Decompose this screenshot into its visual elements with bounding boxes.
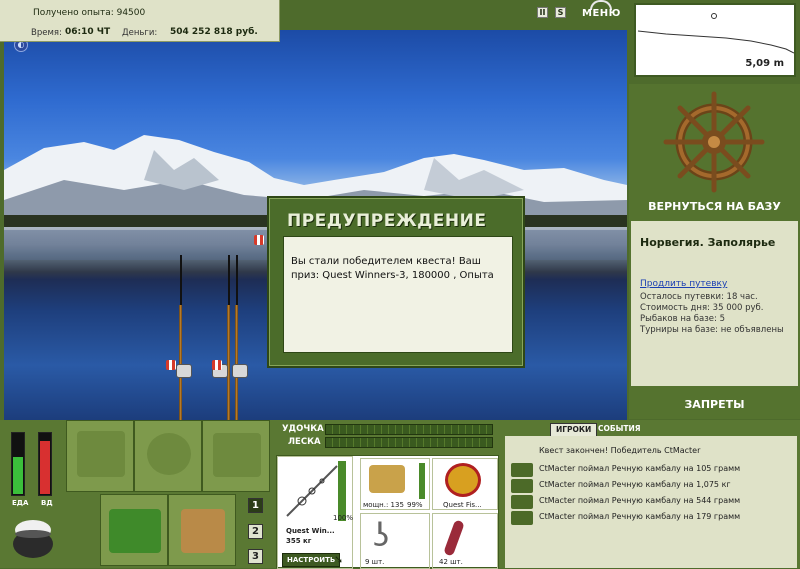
chat-line: CtMacter поймал Речную камбалу на 1,075 …	[539, 480, 731, 489]
setup-button[interactable]: НАСТРОИТЬ	[282, 553, 341, 567]
bait-slot[interactable]: 42 шт.	[432, 513, 498, 569]
page-3-button[interactable]: 3	[248, 549, 263, 564]
remaining-trip: Осталось путевки: 18 час.	[640, 292, 758, 302]
sound-button[interactable]: S	[555, 7, 566, 18]
line-slot[interactable]: Quest Fis...	[432, 458, 498, 510]
tab-events[interactable]: СОБЫТИЯ	[593, 423, 646, 437]
rod-durability-bar	[325, 424, 493, 435]
tackle-box-icon	[77, 431, 125, 477]
chat-line: CtMacter поймал Речную камбалу на 544 гр…	[539, 496, 741, 505]
vodka-meter	[38, 432, 52, 496]
bait-count: 42 шт.	[439, 558, 463, 566]
line-spool-icon	[445, 463, 481, 497]
tournaments-status: Турниры на базе: не объявлены	[640, 325, 784, 335]
pause-button[interactable]: II	[537, 7, 548, 18]
warning-dialog[interactable]: ПРЕДУПРЕЖДЕНИЕ Вы стали победителем квес…	[267, 196, 525, 368]
bucket-icon	[181, 509, 225, 553]
rod-label: УДОЧКА	[282, 424, 324, 434]
rod-icon	[286, 465, 338, 517]
net-icon	[213, 433, 261, 477]
money-label: Деньги:	[122, 28, 158, 38]
chat-panel: Квест закончен! Победитель CtMacter CtMa…	[505, 436, 797, 568]
ship-wheel-icon[interactable]	[629, 84, 800, 199]
bans-button[interactable]: ЗАПРЕТЫ	[629, 398, 800, 411]
line-durability-bar	[325, 437, 493, 448]
money-value: 504 252 818 руб.	[170, 27, 258, 37]
float-1-icon	[166, 360, 176, 370]
chat-line: Квест закончен! Победитель CtMacter	[539, 446, 701, 455]
food-meter	[11, 432, 25, 496]
depth-value: 5,09 m	[745, 58, 784, 69]
rod-2[interactable]	[227, 305, 230, 420]
bag-slot[interactable]	[134, 420, 202, 492]
tools-slot[interactable]	[202, 420, 270, 492]
cauldron-icon[interactable]	[8, 512, 58, 562]
equipment-panel: 100% Quest Win... 355 кг НАСТРОИТЬ ➘ мощ…	[276, 455, 499, 569]
fish-icon	[511, 511, 533, 525]
time-value: 06:10 ЧТ	[65, 27, 111, 37]
rod-power-bar	[338, 461, 346, 521]
vegetable-basket-icon	[109, 509, 161, 553]
vodka-meter-fill	[40, 441, 50, 494]
fish-icon	[511, 479, 533, 493]
page-1-button[interactable]: 1	[248, 498, 263, 513]
rod-2-tip	[228, 255, 230, 305]
vodka-label: ВД	[41, 499, 53, 507]
extend-trip-link[interactable]: Продлить путевку	[640, 279, 727, 289]
bucket-slot[interactable]	[168, 494, 236, 566]
reel-power-bar	[419, 463, 425, 499]
hook-icon: ʖ	[373, 516, 390, 554]
page-2-button[interactable]: 2	[248, 524, 263, 539]
food-meter-fill	[13, 456, 23, 494]
worm-icon	[443, 519, 465, 557]
fish-icon	[511, 495, 533, 509]
time-label: Время:	[31, 28, 62, 38]
reel-icon	[369, 465, 405, 493]
rod-3[interactable]	[235, 305, 238, 420]
rod-1[interactable]	[179, 305, 182, 420]
fish-icon	[511, 463, 533, 477]
float-2-icon	[212, 360, 222, 370]
reel-3-icon	[232, 364, 248, 378]
arrow-icon: ➘	[334, 553, 344, 566]
line-label: ЛЕСКА	[288, 437, 321, 447]
reel-1-icon	[176, 364, 192, 378]
rod-name: Quest Win...	[286, 527, 335, 535]
depth-graph: 5,09 m	[634, 3, 796, 77]
line-name: Quest Fis...	[443, 501, 482, 509]
back-to-base-button[interactable]: ВЕРНУТЬСЯ НА БАЗУ	[629, 200, 800, 213]
tab-players[interactable]: ИГРОКИ	[550, 423, 598, 437]
rod-slot[interactable]: 100% Quest Win... 355 кг НАСТРОИТЬ ➘	[277, 456, 353, 569]
rod-percent: 100%	[333, 514, 354, 522]
day-cost: Стоимость дня: 35 000 руб.	[640, 303, 764, 313]
hook-count: 9 шт.	[365, 558, 385, 566]
reel-percent: 99%	[407, 501, 423, 509]
reel-label: мощн.: 135	[363, 501, 404, 509]
chat-line: CtMacter поймал Речную камбалу на 105 гр…	[539, 464, 741, 473]
bag-icon	[147, 433, 191, 475]
dialog-message: Вы стали победителем квеста! Ваш приз: Q…	[283, 236, 513, 353]
chat-line: CtMacter поймал Речную камбалу на 179 гр…	[539, 512, 741, 521]
rod-weight: 355 кг	[286, 537, 312, 545]
reel-slot[interactable]: мощн.: 135 99%	[360, 458, 430, 510]
float-marker-icon	[254, 235, 264, 245]
player-info-panel: Получено опыта: 94500 Время: 06:10 ЧТ Де…	[0, 0, 280, 42]
tackle-box-slot[interactable]	[66, 420, 134, 492]
rod-3-tip	[236, 255, 238, 305]
location-title: Норвегия. Заполярье	[640, 236, 776, 249]
basket-slot[interactable]	[100, 494, 168, 566]
rod-1-tip	[180, 255, 182, 305]
food-label: ЕДА	[12, 499, 29, 507]
fishers-count: Рыбаков на базе: 5	[640, 314, 725, 324]
hook-slot[interactable]: ʖ 9 шт.	[360, 513, 430, 569]
experience-text: Получено опыта: 94500	[33, 8, 146, 18]
dialog-title: ПРЕДУПРЕЖДЕНИЕ	[287, 211, 487, 231]
location-info: Норвегия. Заполярье Продлить путевку Ост…	[631, 221, 798, 386]
menu-button[interactable]: МЕНЮ	[582, 4, 620, 24]
